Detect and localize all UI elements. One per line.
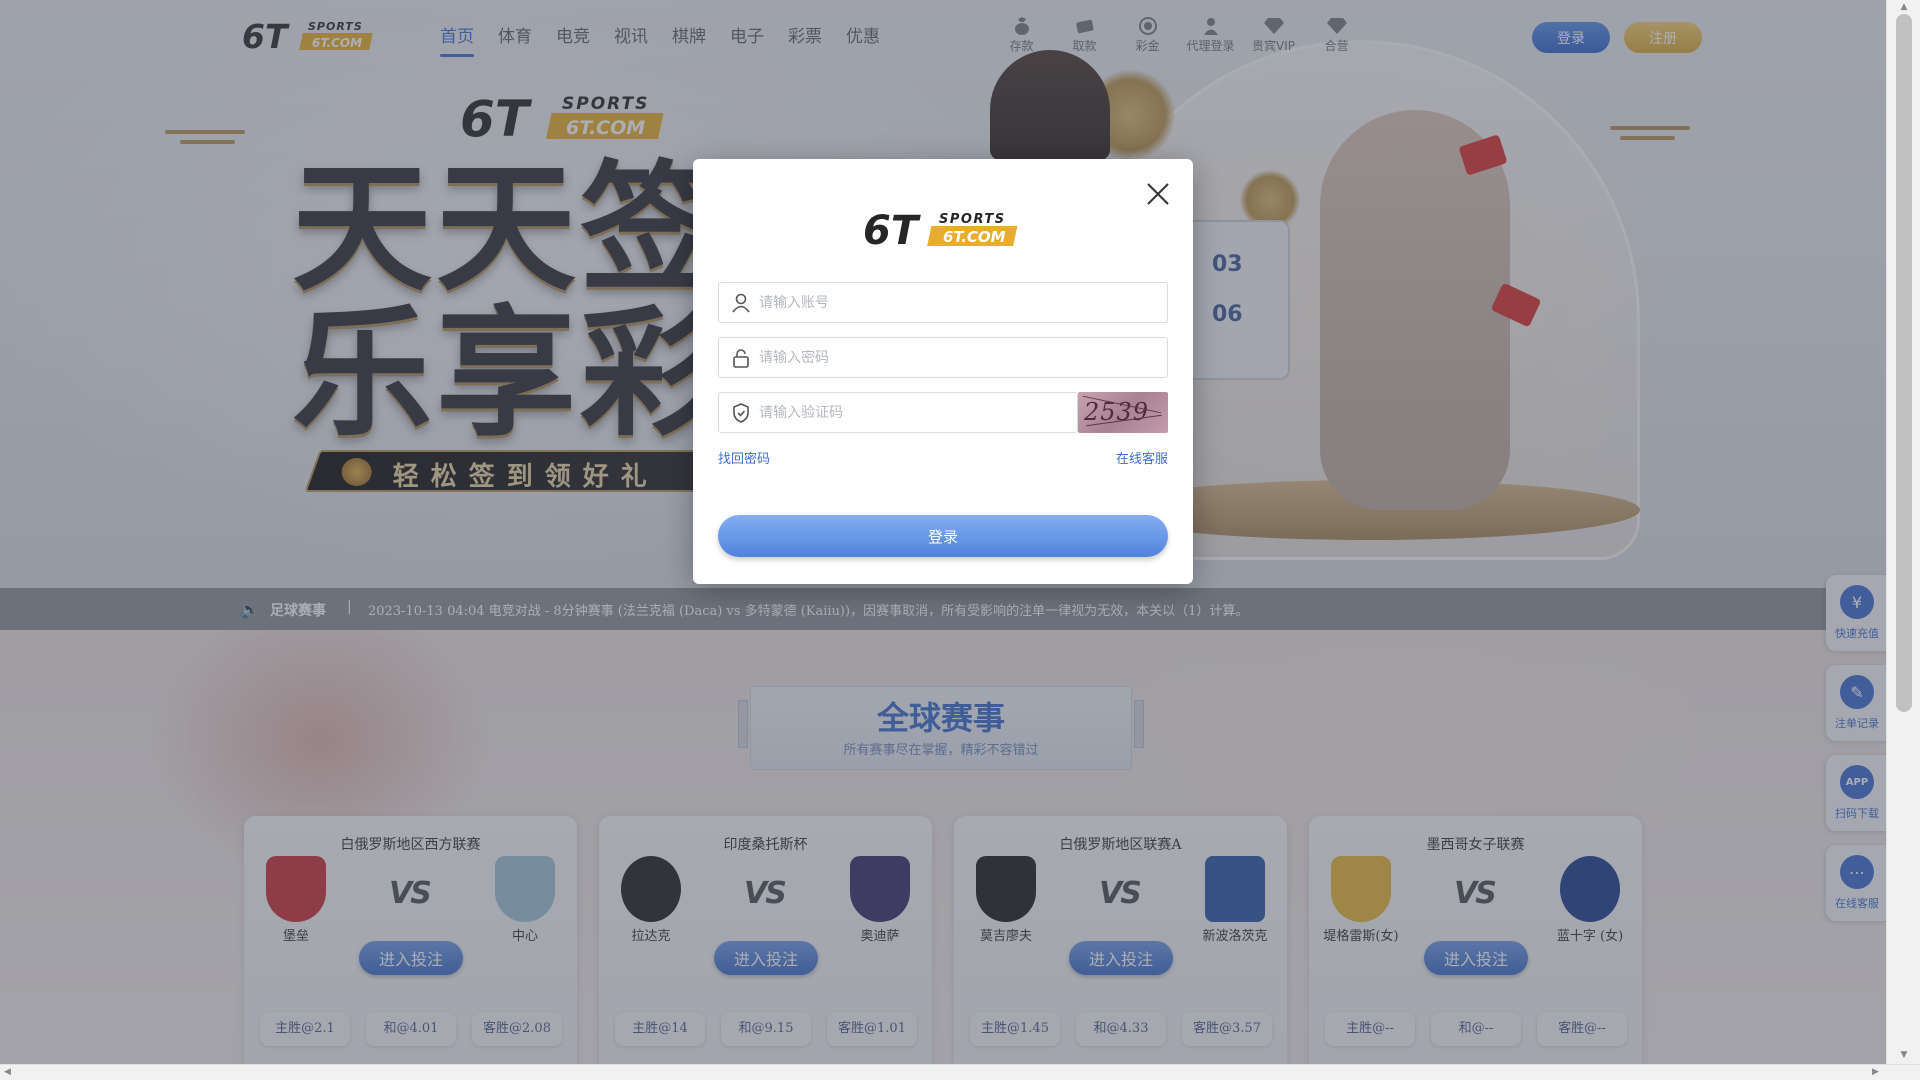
- page-background: 03 06 6T SPORTS 6T.COM 天天签到 乐享彩金 轻松签到领好礼: [0, 0, 1886, 1064]
- vertical-scrollbar[interactable]: ▲ ▼: [1886, 0, 1920, 1064]
- user-icon: [731, 293, 751, 313]
- svg-text:SPORTS: SPORTS: [939, 212, 1006, 227]
- svg-text:6T.COM: 6T.COM: [943, 228, 1006, 246]
- scroll-left-icon[interactable]: ◀: [4, 1067, 11, 1077]
- horizontal-scrollbar[interactable]: ◀ ▶: [0, 1064, 1920, 1080]
- captcha-field: [718, 392, 1078, 433]
- scroll-up-icon[interactable]: ▲: [1887, 2, 1920, 12]
- modal-logo: 6T SPORTS 6T.COM: [863, 208, 1025, 254]
- password-field: [718, 337, 1168, 378]
- online-support-link[interactable]: 在线客服: [1116, 448, 1168, 467]
- login-modal: 6T SPORTS 6T.COM 2539: [693, 159, 1193, 584]
- svg-text:6T: 6T: [863, 209, 921, 249]
- captcha-input[interactable]: [759, 393, 1059, 432]
- scroll-right-icon[interactable]: ▶: [1872, 1067, 1879, 1077]
- scroll-thumb[interactable]: [1896, 14, 1912, 712]
- login-submit-button[interactable]: 登录: [718, 515, 1168, 557]
- close-icon[interactable]: [1145, 181, 1171, 207]
- shield-icon: [731, 403, 751, 423]
- forgot-password-link[interactable]: 找回密码: [718, 448, 770, 467]
- captcha-image[interactable]: 2539: [1078, 392, 1168, 433]
- scroll-down-icon[interactable]: ▼: [1887, 1050, 1920, 1060]
- account-input[interactable]: [759, 283, 1149, 322]
- password-input[interactable]: [759, 338, 1149, 377]
- account-field: [718, 282, 1168, 323]
- lock-icon: [731, 348, 751, 368]
